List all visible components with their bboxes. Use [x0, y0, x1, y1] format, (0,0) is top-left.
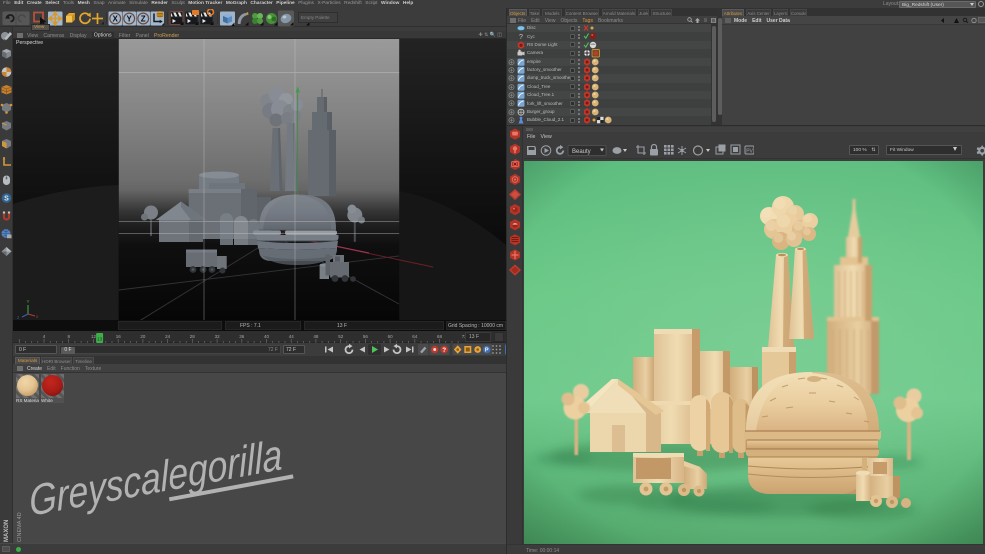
svg-text:52: 52 [338, 334, 344, 339]
svg-text:Greyscalegorilla: Greyscalegorilla [28, 431, 283, 526]
svg-text:Y: Y [27, 299, 30, 304]
svg-text:Beauty: Beauty [572, 149, 591, 155]
svg-text:P: P [485, 348, 489, 354]
svg-text:24: 24 [165, 334, 171, 339]
svg-text:8: 8 [67, 334, 70, 339]
svg-text:64: 64 [412, 334, 418, 339]
svg-text:28: 28 [190, 334, 196, 339]
svg-text:PV: PV [746, 149, 753, 155]
svg-text:48: 48 [313, 334, 319, 339]
svg-text:S: S [4, 196, 9, 203]
svg-text:32: 32 [215, 334, 221, 339]
svg-text:Z: Z [141, 14, 146, 23]
svg-text:36: 36 [239, 334, 245, 339]
svg-text:20: 20 [140, 334, 146, 339]
svg-text:?: ? [442, 348, 446, 354]
svg-text:12: 12 [91, 334, 97, 339]
svg-text:56: 56 [363, 334, 369, 339]
svg-text:40: 40 [264, 334, 270, 339]
svg-text:Y: Y [127, 14, 133, 23]
svg-text:4: 4 [43, 334, 46, 339]
svg-text:60: 60 [388, 334, 394, 339]
svg-text:68: 68 [437, 334, 443, 339]
svg-text:13: 13 [97, 336, 103, 341]
svg-text:X: X [113, 14, 119, 23]
svg-text:16: 16 [116, 334, 122, 339]
svg-text:44: 44 [289, 334, 295, 339]
